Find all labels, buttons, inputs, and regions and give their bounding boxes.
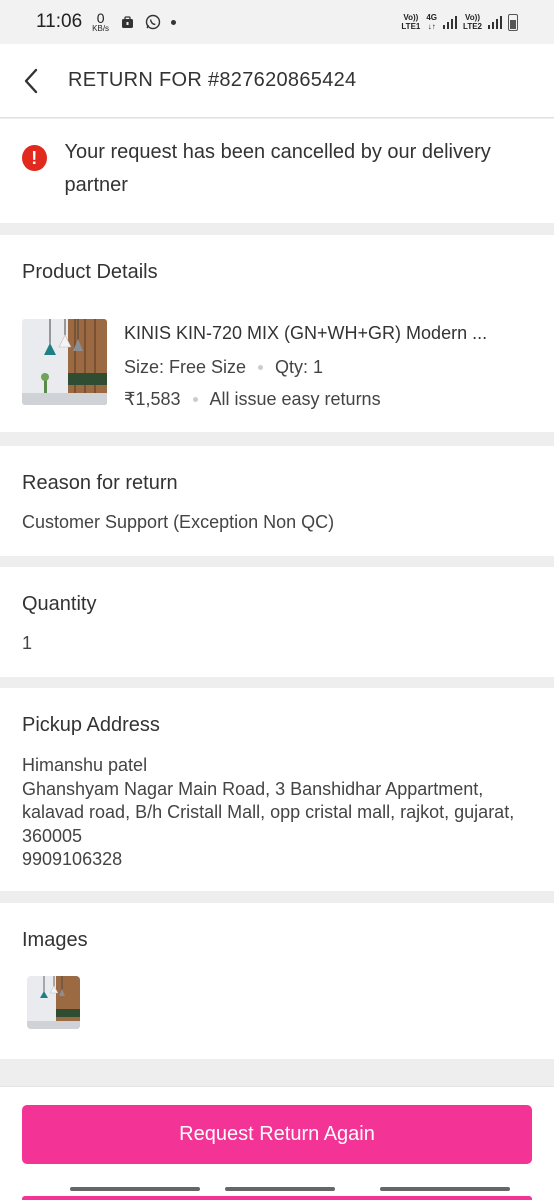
product-price-row: ₹1,583 All issue easy returns xyxy=(124,389,381,410)
product-meta: Size: Free Size Qty: 1 xyxy=(124,357,323,378)
more-notifications-dot xyxy=(171,19,177,25)
network-speed-value: 0 xyxy=(96,10,105,26)
signal-sim2-icon xyxy=(488,15,502,29)
reason-value: Customer Support (Exception Non QC) xyxy=(22,512,335,532)
product-price: ₹1,583 xyxy=(124,389,181,409)
reason-title: Reason for return xyxy=(22,472,178,494)
whatsapp-icon xyxy=(145,14,161,30)
pickup-address-text: Himanshu patel Ghanshyam Nagar Main Road… xyxy=(22,755,515,869)
net-type: 4G xyxy=(426,13,438,22)
return-policy: All issue easy returns xyxy=(209,389,381,409)
app-bar: RETURN FOR #827620865424 xyxy=(0,44,554,118)
reason-section: Reason for return Customer Support (Exce… xyxy=(0,446,554,556)
signal-sim1-icon xyxy=(443,15,458,29)
product-image[interactable] xyxy=(22,319,107,405)
alert-message: Your request has been cancelled by our d… xyxy=(64,141,491,196)
quantity-value: 1 xyxy=(22,633,33,653)
images-section: Images xyxy=(0,903,554,1059)
back-arrow-icon xyxy=(24,68,38,93)
cancellation-alert: ! Your request has been cancelled by our… xyxy=(0,119,554,223)
next-button-edge xyxy=(22,1196,532,1200)
pickup-address-title: Pickup Address xyxy=(22,714,160,736)
sim1-lte: LTE1 xyxy=(401,22,421,31)
product-size: Size: Free Size xyxy=(124,357,247,377)
product-qty: Qty: 1 xyxy=(275,357,324,377)
sim1-label: Vo)) LTE1 xyxy=(401,13,420,31)
net-arrows: ↓↑ xyxy=(427,22,436,31)
product-name[interactable]: KINIS KIN-720 MIX (GN+WH+GR) Modern ... xyxy=(124,323,529,344)
battery-icon xyxy=(508,13,518,31)
system-nav-handle[interactable] xyxy=(380,1187,510,1191)
error-icon: ! xyxy=(22,145,47,171)
data-indicator: 4G ↓↑ xyxy=(426,13,437,31)
status-time: 11:06 xyxy=(36,11,83,32)
system-nav-handle[interactable] xyxy=(70,1187,200,1191)
product-details-title: Product Details xyxy=(22,261,158,283)
uploaded-image-thumbnail[interactable] xyxy=(27,976,80,1029)
quantity-title: Quantity xyxy=(22,593,97,615)
system-nav-handle[interactable] xyxy=(225,1187,335,1191)
network-speed-unit: KB/s xyxy=(92,24,110,33)
bottom-action-bar: Request Return Again xyxy=(0,1086,554,1200)
separator-dot xyxy=(192,397,198,402)
back-button[interactable] xyxy=(0,44,68,118)
page-title: RETURN FOR #827620865424 xyxy=(68,69,357,91)
sim1-volte: Vo)) xyxy=(403,13,419,22)
sim2-label: Vo)) LTE2 xyxy=(463,13,482,31)
separator-dot xyxy=(258,365,264,370)
quantity-section: Quantity 1 xyxy=(0,567,554,677)
request-return-again-button[interactable]: Request Return Again xyxy=(22,1105,532,1164)
images-title: Images xyxy=(22,929,88,951)
network-speed: 0 KB/s xyxy=(92,11,109,33)
sim2-lte: LTE2 xyxy=(463,22,482,31)
status-bar: 11:06 0 KB/s Vo)) LTE1 4G ↓↑ Vo)) LTE2 xyxy=(0,0,554,44)
sim2-volte: Vo)) xyxy=(465,13,480,22)
product-details-section: Product Details KINIS KIN-720 MIX (GN+WH… xyxy=(0,235,554,432)
notification-app-icon xyxy=(119,14,135,30)
pickup-address-section: Pickup Address Himanshu patel Ghanshyam … xyxy=(0,688,554,891)
